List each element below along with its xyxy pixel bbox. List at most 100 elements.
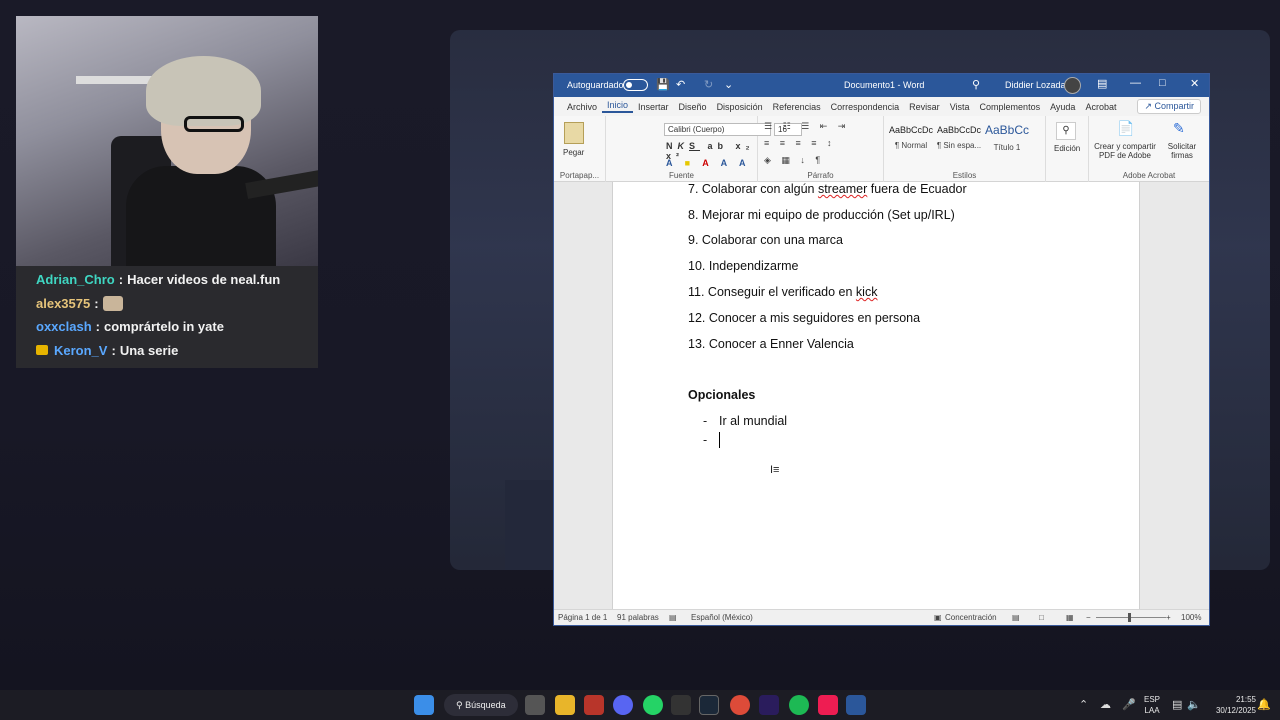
file-explorer-icon[interactable] xyxy=(555,695,575,715)
style-no-spacing[interactable]: AaBbCcDc ¶ Sin espa... xyxy=(936,121,982,157)
chat-separator: : xyxy=(111,342,116,358)
page-count[interactable]: Página 1 de 1 xyxy=(558,610,607,625)
list-item[interactable]: 12. Conocer a mis seguidores en persona xyxy=(688,311,920,325)
epic-games-icon[interactable] xyxy=(671,695,691,715)
network-icon[interactable]: ▤ xyxy=(1172,698,1182,711)
app-icon-red[interactable] xyxy=(584,695,604,715)
zoom-slider[interactable] xyxy=(1096,617,1166,618)
spotify-icon[interactable] xyxy=(789,695,809,715)
web-layout-icon[interactable]: ▦ xyxy=(1066,610,1074,625)
section-heading[interactable]: Opcionales xyxy=(688,388,755,402)
read-mode-icon[interactable]: ▤ xyxy=(1012,610,1020,625)
list-item-text: fuera de Ecuador xyxy=(867,182,967,196)
paste-icon[interactable] xyxy=(564,122,584,144)
proofing-icon[interactable]: ▤ xyxy=(669,610,677,625)
search-icon[interactable]: ⚲ xyxy=(972,78,980,91)
document-page[interactable]: 7. Colaborar con algún streamer fuera de… xyxy=(612,182,1140,611)
text-effects-buttons[interactable]: A ■ A A A xyxy=(666,158,750,168)
volume-icon[interactable]: 🔈 xyxy=(1187,698,1201,711)
focus-icon[interactable]: ▣ xyxy=(934,610,942,625)
share-button[interactable]: ↗ Compartir xyxy=(1137,99,1201,114)
bullet-item[interactable]: Ir al mundial xyxy=(719,414,787,428)
cloud-icon[interactable]: ☁ xyxy=(1100,698,1111,711)
word-count[interactable]: 91 palabras xyxy=(617,610,659,625)
tab-insertar[interactable]: Insertar xyxy=(633,102,674,112)
list-item[interactable]: 9. Colaborar con una marca xyxy=(688,233,843,247)
clock[interactable]: 21:55 30/12/2025 xyxy=(1206,694,1256,716)
create-pdf-icon[interactable]: 📄 xyxy=(1117,120,1134,137)
chrome-icon[interactable] xyxy=(730,695,750,715)
undo-icon[interactable]: ↶ xyxy=(676,78,685,91)
zoom-level[interactable]: 100% xyxy=(1181,610,1201,625)
tab-revisar[interactable]: Revisar xyxy=(904,102,945,112)
search-label: Búsqueda xyxy=(465,700,506,710)
start-button-icon[interactable] xyxy=(414,695,434,715)
notification-bell-icon[interactable]: 🔔 xyxy=(1257,698,1271,711)
tab-diseno[interactable]: Diseño xyxy=(674,102,712,112)
zoom-in-button[interactable]: + xyxy=(1166,610,1171,625)
tab-disposicion[interactable]: Disposición xyxy=(712,102,768,112)
request-signatures-button[interactable]: Solicitar firmas xyxy=(1159,142,1205,160)
webcam-overlay xyxy=(16,16,318,266)
subscriber-badge-icon xyxy=(36,345,48,356)
find-icon[interactable]: ⚲ xyxy=(1056,122,1076,140)
save-icon[interactable]: 💾 xyxy=(656,78,670,91)
discord-icon[interactable] xyxy=(613,695,633,715)
app-icon-settings[interactable] xyxy=(525,695,545,715)
tab-correspondencia[interactable]: Correspondencia xyxy=(826,102,905,112)
paste-button[interactable]: Pegar xyxy=(563,148,584,157)
font-name-select[interactable]: Calibri (Cuerpo) xyxy=(664,123,771,136)
print-layout-icon[interactable]: □ xyxy=(1039,610,1044,625)
focus-mode-button[interactable]: Concentración xyxy=(945,610,997,625)
zoom-out-button[interactable]: − xyxy=(1086,610,1091,625)
avatar[interactable] xyxy=(1064,77,1081,94)
chat-separator: : xyxy=(118,272,124,288)
language-indicator[interactable]: ESP LAA xyxy=(1140,694,1164,716)
customize-toolbar-icon[interactable]: ⌄ xyxy=(724,78,733,91)
whatsapp-icon[interactable] xyxy=(643,695,663,715)
tab-archivo[interactable]: Archivo xyxy=(562,102,602,112)
list-item[interactable]: 7. Colaborar con algún streamer fuera de… xyxy=(688,182,967,196)
language-status[interactable]: Español (México) xyxy=(691,610,753,625)
align-buttons[interactable]: ≡ ≡ ≡ ≡ ↕ xyxy=(764,138,836,148)
sign-label-1: Solicitar xyxy=(1167,142,1197,151)
minimize-icon[interactable]: — xyxy=(1130,77,1141,89)
zoom-slider-thumb[interactable] xyxy=(1128,613,1131,622)
chat-text: Una serie xyxy=(119,342,179,358)
tab-complementos[interactable]: Complementos xyxy=(975,102,1046,112)
list-item[interactable]: 8. Mejorar mi equipo de producción (Set … xyxy=(688,208,955,222)
document-area[interactable]: 7. Colaborar con algún streamer fuera de… xyxy=(554,182,1209,611)
steam-icon[interactable] xyxy=(699,695,719,715)
microphone-icon[interactable]: 🎤 xyxy=(1122,698,1136,711)
list-item[interactable]: 10. Independizarme xyxy=(688,259,799,273)
tab-inicio[interactable]: Inicio xyxy=(602,100,634,113)
chat-overlay: Adrian_Chro : Hacer videos de neal.fun a… xyxy=(16,266,318,368)
list-item[interactable]: 11. Conseguir el verificado en kick xyxy=(688,285,877,299)
tiktok-icon[interactable] xyxy=(818,695,838,715)
tab-referencias[interactable]: Referencias xyxy=(768,102,826,112)
account-name[interactable]: Diddier Lozada xyxy=(1005,80,1066,90)
request-signatures-icon[interactable]: ✎ xyxy=(1173,120,1185,137)
chat-separator: : xyxy=(95,319,100,335)
premiere-icon[interactable] xyxy=(759,695,779,715)
taskbar-search[interactable]: ⚲ Búsqueda xyxy=(444,694,518,716)
tab-ayuda[interactable]: Ayuda xyxy=(1045,102,1080,112)
shading-buttons[interactable]: ◈ ▦ ↓ ¶ xyxy=(764,155,824,166)
create-pdf-button[interactable]: Crear y compartir PDF de Adobe xyxy=(1093,142,1157,160)
tab-vista[interactable]: Vista xyxy=(945,102,975,112)
redo-icon[interactable]: ↻ xyxy=(704,78,713,91)
style-normal[interactable]: AaBbCcDc ¶ Normal xyxy=(888,121,934,157)
tab-acrobat[interactable]: Acrobat xyxy=(1080,102,1121,112)
list-item[interactable]: 13. Conocer a Enner Valencia xyxy=(688,337,854,351)
spelling-error-text: streamer xyxy=(817,182,868,196)
word-icon[interactable] xyxy=(846,695,866,715)
sign-label-2: firmas xyxy=(1171,151,1193,160)
list-buttons[interactable]: ☰ ☷ ☰ ⇤ ⇥ xyxy=(764,121,849,132)
ribbon-display-icon[interactable]: ▤ xyxy=(1097,77,1107,90)
autosave-toggle[interactable] xyxy=(623,79,648,91)
close-icon[interactable]: ✕ xyxy=(1190,77,1199,90)
editing-button[interactable]: Edición xyxy=(1054,144,1080,153)
chevron-up-icon[interactable]: ⌃ xyxy=(1079,698,1088,711)
maximize-icon[interactable]: □ xyxy=(1159,77,1166,89)
style-heading-1[interactable]: AaBbCc Título 1 xyxy=(984,121,1030,157)
